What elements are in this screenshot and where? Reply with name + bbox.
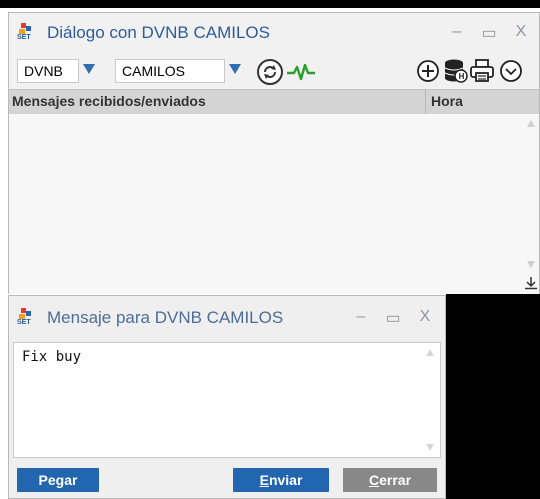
- scroll-up-icon[interactable]: [426, 349, 434, 356]
- minimize-button[interactable]: –: [353, 308, 369, 328]
- download-icon[interactable]: [524, 276, 538, 290]
- message-window: SET Mensaje para DVNB CAMILOS – ▭ X Fix …: [8, 295, 446, 499]
- column-divider[interactable]: [425, 90, 426, 114]
- background-desktop: [446, 293, 540, 499]
- database-icon[interactable]: H: [442, 58, 468, 84]
- dialog-toolbar: DVNB CAMILOS H: [9, 53, 539, 87]
- scroll-down-icon[interactable]: [527, 261, 535, 268]
- refresh-icon[interactable]: [256, 58, 284, 86]
- print-icon[interactable]: [469, 58, 495, 84]
- app-logo-icon: SET: [17, 23, 37, 43]
- maximize-button[interactable]: ▭: [385, 308, 401, 328]
- pulse-icon[interactable]: [286, 63, 316, 81]
- contact-select[interactable]: CAMILOS: [115, 59, 225, 83]
- column-header-time[interactable]: Hora: [431, 93, 463, 109]
- message-list[interactable]: [9, 114, 539, 294]
- send-button[interactable]: Enviar: [233, 468, 329, 492]
- close-button[interactable]: X: [513, 23, 529, 43]
- message-titlebar[interactable]: SET Mensaje para DVNB CAMILOS – ▭ X: [9, 296, 445, 340]
- scroll-up-icon[interactable]: [527, 120, 535, 127]
- expand-icon[interactable]: [499, 59, 525, 83]
- message-text: Fix buy: [22, 349, 82, 365]
- close-message-button[interactable]: Cerrar: [343, 468, 437, 492]
- maximize-button[interactable]: ▭: [481, 23, 497, 43]
- svg-text:H: H: [459, 72, 465, 81]
- paste-button[interactable]: Pegar: [17, 468, 99, 492]
- minimize-button[interactable]: –: [449, 23, 465, 43]
- dialog-title: Diálogo con DVNB CAMILOS: [47, 23, 270, 42]
- app-logo-icon: SET: [17, 308, 37, 328]
- close-button[interactable]: X: [417, 308, 433, 328]
- message-list-header: Mensajes recibidos/enviados Hora: [9, 89, 539, 115]
- user-select[interactable]: DVNB: [17, 59, 79, 83]
- scroll-down-icon[interactable]: [426, 444, 434, 451]
- message-window-title: Mensaje para DVNB CAMILOS: [47, 308, 284, 327]
- message-input[interactable]: Fix buy: [13, 342, 441, 458]
- add-icon[interactable]: [416, 59, 440, 83]
- column-header-messages[interactable]: Mensajes recibidos/enviados: [12, 93, 206, 109]
- contact-select-arrow-icon[interactable]: [229, 64, 241, 74]
- dialog-titlebar[interactable]: SET Diálogo con DVNB CAMILOS – ▭ X: [9, 13, 539, 53]
- dialog-window: SET Diálogo con DVNB CAMILOS – ▭ X DVNB …: [8, 12, 540, 294]
- background-top: [0, 0, 540, 8]
- user-select-arrow-icon[interactable]: [83, 64, 95, 74]
